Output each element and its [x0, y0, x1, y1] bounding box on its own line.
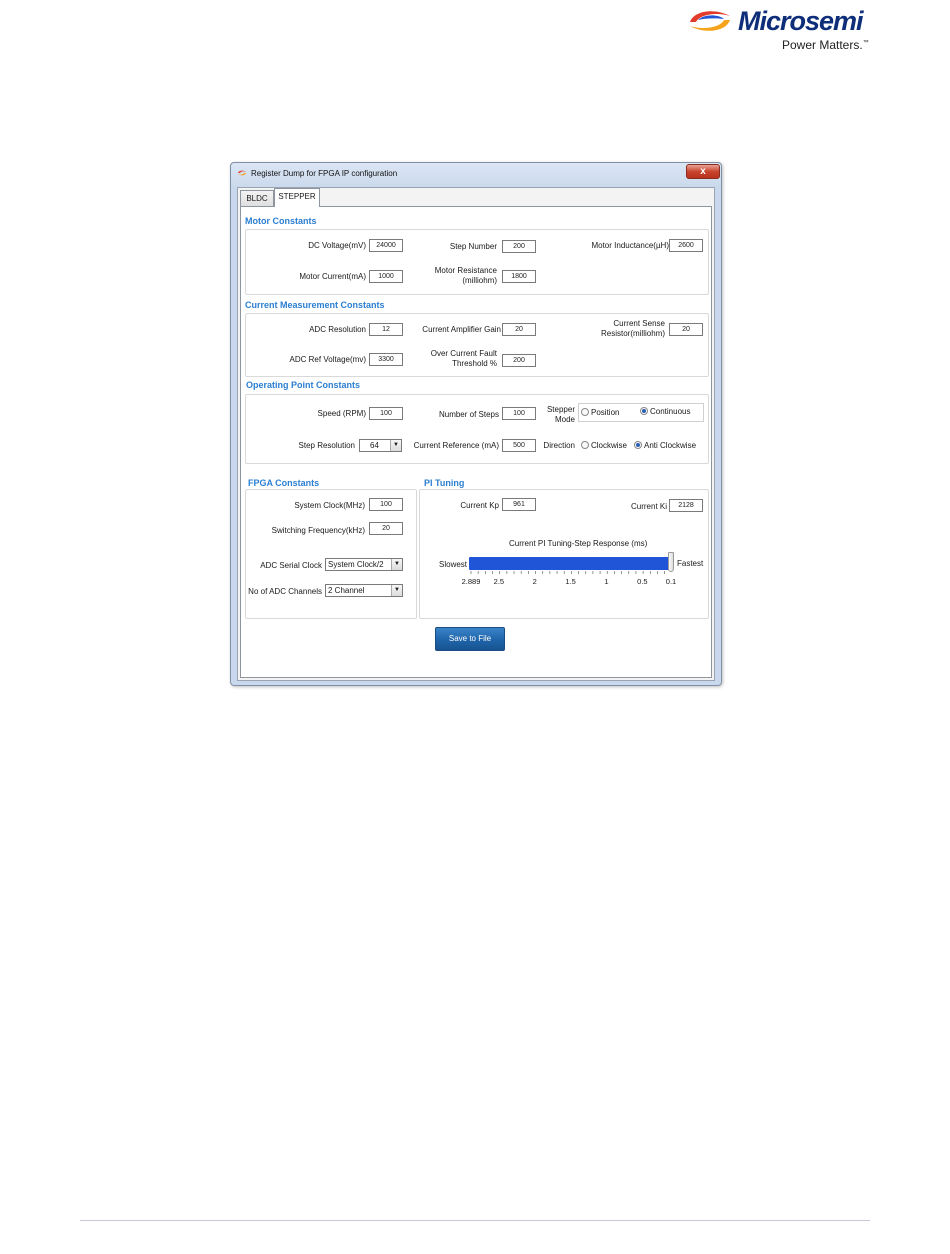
- radio-clockwise[interactable]: [581, 441, 589, 449]
- stepper-tab-panel: Motor Constants DC Voltage(mV) Step Numb…: [240, 206, 712, 678]
- pi-tuning-title: PI Tuning: [424, 478, 465, 488]
- radio-anti-clockwise-label[interactable]: Anti Clockwise: [644, 441, 696, 451]
- adc-resolution-label: ADC Resolution: [309, 325, 366, 334]
- radio-continuous[interactable]: [640, 407, 648, 415]
- radio-anti-clockwise[interactable]: [634, 441, 642, 449]
- adc-channels-label: No of ADC Channels: [248, 587, 322, 596]
- pi-tuning-slider-thumb[interactable]: [668, 552, 674, 572]
- radio-position-label[interactable]: Position: [591, 408, 619, 418]
- over-current-input[interactable]: [502, 354, 536, 367]
- stepper-mode-label: Stepper Mode: [546, 405, 575, 424]
- motor-inductance-label: Motor Inductance(µH): [591, 241, 669, 250]
- slider-title: Current PI Tuning-Step Response (ms): [509, 539, 648, 548]
- adc-resolution-input[interactable]: [369, 323, 403, 336]
- pi-tuning-slider-track[interactable]: [469, 557, 671, 570]
- amp-gain-input[interactable]: [502, 323, 536, 336]
- title-bar[interactable]: Register Dump for FPGA IP configuration …: [231, 163, 721, 185]
- slider-tick-label: 1.5: [565, 577, 576, 586]
- adc-serial-clock-label: ADC Serial Clock: [260, 561, 322, 570]
- step-resolution-select[interactable]: 64 ▼: [359, 439, 402, 452]
- tab-bldc[interactable]: BLDC: [240, 190, 274, 207]
- motor-constants-title: Motor Constants: [245, 216, 317, 226]
- dialog-client: BLDC STEPPER Motor Constants DC Voltage(…: [237, 187, 715, 681]
- system-clock-label: System Clock(MHz): [294, 501, 365, 510]
- num-steps-input[interactable]: [502, 407, 536, 420]
- slider-tick-label: 1: [604, 577, 609, 586]
- switching-freq-label: Switching Frequency(kHz): [271, 526, 365, 535]
- register-dump-dialog: Register Dump for FPGA IP configuration …: [230, 162, 722, 686]
- slider-fastest-label: Fastest: [677, 559, 704, 568]
- slider-tick-label: 0.1: [665, 577, 677, 586]
- current-measurement-title: Current Measurement Constants: [245, 300, 385, 310]
- fpga-constants-title: FPGA Constants: [248, 478, 320, 488]
- current-ki-label: Current Ki: [630, 502, 667, 511]
- amp-gain-label: Current Amplifier Gain: [422, 325, 501, 334]
- brand-tagline: Power Matters.™: [782, 38, 869, 52]
- dc-voltage-label: DC Voltage(mV): [308, 241, 366, 250]
- app-icon: [238, 170, 246, 176]
- motor-resistance-input[interactable]: [502, 270, 536, 283]
- radio-clockwise-label[interactable]: Clockwise: [591, 441, 627, 451]
- slider-tick-label: 2.889: [461, 577, 481, 586]
- over-current-label: Over Current Fault Threshold %: [430, 349, 497, 368]
- tab-stepper[interactable]: STEPPER: [274, 188, 320, 207]
- operating-point-title: Operating Point Constants: [246, 380, 361, 390]
- chevron-down-icon[interactable]: ▼: [391, 559, 402, 570]
- save-to-file-button[interactable]: Save to File: [435, 627, 505, 651]
- close-button[interactable]: x: [686, 164, 720, 179]
- sense-resistor-label: Current Sense Resistor(milliohm): [600, 319, 665, 338]
- switching-freq-input[interactable]: [369, 522, 403, 535]
- direction-label: Direction: [543, 441, 575, 450]
- radio-position[interactable]: [581, 408, 589, 416]
- chevron-down-icon[interactable]: ▼: [390, 440, 401, 451]
- system-clock-input[interactable]: [369, 498, 403, 511]
- slider-slowest-label: Slowest: [439, 560, 468, 569]
- step-resolution-label: Step Resolution: [298, 441, 355, 450]
- current-ki-input[interactable]: [669, 499, 703, 512]
- step-number-input[interactable]: [502, 240, 536, 253]
- dc-voltage-input[interactable]: [369, 239, 403, 252]
- adc-channels-select[interactable]: 2 Channel ▼: [325, 584, 403, 597]
- current-reference-input[interactable]: [502, 439, 536, 452]
- motor-current-input[interactable]: [369, 270, 403, 283]
- footer-divider: [80, 1220, 870, 1221]
- motor-inductance-input[interactable]: [669, 239, 703, 252]
- step-number-label: Step Number: [449, 242, 497, 251]
- slider-tick-label: 2.5: [493, 577, 505, 586]
- speed-label: Speed (RPM): [317, 409, 366, 418]
- slider-tick-label: 0.5: [637, 577, 648, 586]
- chevron-down-icon[interactable]: ▼: [391, 585, 402, 596]
- current-reference-label: Current Reference (mA): [413, 441, 499, 450]
- adc-ref-voltage-input[interactable]: [369, 353, 403, 366]
- window-title: Register Dump for FPGA IP configuration: [251, 169, 398, 178]
- num-steps-label: Number of Steps: [438, 410, 499, 419]
- slider-tick-label: 2: [532, 577, 537, 586]
- motor-resistance-label: Motor Resistance (milliohm): [434, 266, 497, 285]
- microsemi-logo: Microsemi Power Matters.™: [686, 4, 876, 52]
- current-kp-label: Current Kp: [460, 501, 499, 510]
- microsemi-logo-icon: [690, 11, 730, 31]
- motor-current-label: Motor Current(mA): [299, 272, 366, 281]
- sense-resistor-input[interactable]: [669, 323, 703, 336]
- adc-ref-voltage-label: ADC Ref Voltage(mv): [289, 355, 366, 364]
- brand-name: Microsemi: [738, 6, 864, 36]
- adc-serial-clock-select[interactable]: System Clock/2 ▼: [325, 558, 403, 571]
- speed-input[interactable]: [369, 407, 403, 420]
- radio-continuous-label[interactable]: Continuous: [650, 407, 690, 417]
- current-kp-input[interactable]: [502, 498, 536, 511]
